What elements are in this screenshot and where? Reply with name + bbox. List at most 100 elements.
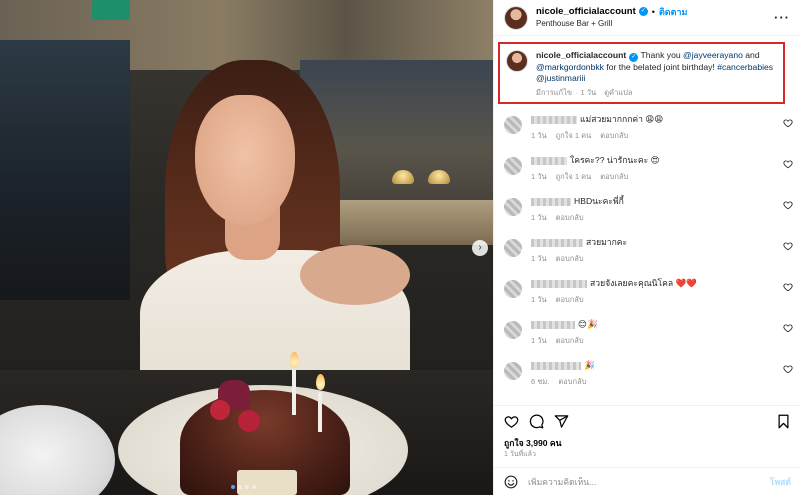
heart-icon[interactable] — [783, 241, 793, 251]
caption-username[interactable]: nicole_officialaccount — [536, 50, 626, 60]
comment-meta: 1 วัน ถูกใจ 1 คน ตอบกลับ — [531, 171, 793, 183]
comment-input[interactable] — [528, 476, 770, 487]
heart-icon[interactable] — [504, 414, 519, 429]
photo-cake-card — [237, 470, 297, 495]
comment-line: สวยมากคะ — [531, 237, 793, 248]
comment-main: ใครคะ?? น่ารักนะคะ 😍 1 วัน ถูกใจ 1 คน ตอบก… — [531, 155, 793, 192]
blurred-username[interactable] — [531, 115, 577, 124]
comment-line: แม่สวยมากกกค่า 😩😩 — [531, 114, 793, 125]
caption-text-part: and — [745, 50, 760, 60]
avatar[interactable] — [504, 116, 522, 134]
location-link[interactable]: Penthouse Bar + Grill — [536, 18, 687, 30]
avatar[interactable] — [504, 362, 522, 380]
blurred-username[interactable] — [531, 156, 567, 165]
post-side-panel: nicole_officialaccount ✓ • ติดตาม Pentho… — [493, 0, 800, 495]
photo-face — [195, 95, 295, 225]
comment-main: แม่สวยมากกกค่า 😩😩 1 วัน ถูกใจ 1 คน ตอบกลับ — [531, 114, 793, 151]
comment-age: 1 วัน — [531, 172, 547, 181]
blurred-username[interactable] — [531, 320, 575, 329]
avatar[interactable] — [504, 280, 522, 298]
emoji-icon[interactable] — [504, 475, 518, 489]
photo-window — [0, 40, 130, 300]
comment-meta: 1 วัน ถูกใจ 1 คน ตอบกลับ — [531, 130, 793, 142]
comment-likes[interactable]: ถูกใจ 1 คน — [556, 171, 592, 183]
comment-age: 6 ชม. — [531, 377, 550, 386]
mention-link[interactable]: @jayveerayano — [683, 50, 743, 60]
heart-icon[interactable] — [783, 118, 793, 128]
avatar[interactable] — [504, 157, 522, 175]
hashtag-link[interactable]: #cancerbabies — [717, 62, 773, 72]
comment-main: สวยมากคะ 1 วัน ตอบกลับ — [531, 237, 793, 274]
reply-button[interactable]: ตอบกลับ — [556, 212, 584, 224]
list-item: สวยจังเลยคะคุณนิโคล ❤️❤️ 1 วัน ตอบกลับ — [494, 274, 800, 315]
username-link[interactable]: nicole_officialaccount — [536, 6, 636, 18]
more-options-button[interactable]: ··· — [774, 10, 790, 25]
list-item: 😊🎉 1 วัน ตอบกลับ — [494, 315, 800, 356]
photo-strawberry — [210, 400, 230, 420]
like-count[interactable]: ถูกใจ 3,990 คน — [504, 436, 562, 450]
reply-button[interactable]: ตอบกลับ — [556, 253, 584, 265]
comment-meta: 1 วัน ตอบกลับ — [531, 294, 793, 306]
avatar[interactable] — [506, 50, 528, 72]
reply-button[interactable]: ตอบกลับ — [600, 171, 628, 183]
comment-line: 😊🎉 — [531, 319, 793, 330]
avatar[interactable] — [504, 239, 522, 257]
caption-text-part: for the belated joint birthday! — [606, 62, 715, 72]
chevron-right-icon[interactable]: › — [472, 240, 488, 256]
header-row: nicole_officialaccount ✓ • ติดตาม — [536, 6, 687, 18]
comment-age: 1 วัน — [531, 336, 547, 345]
header-text: nicole_officialaccount ✓ • ติดตาม Pentho… — [536, 6, 687, 30]
caption-meta: มีการแก้ไข · 1 วัน ดูคำแปล — [536, 87, 777, 98]
caption-age: 1 วัน — [580, 88, 597, 97]
blurred-username[interactable] — [531, 197, 571, 206]
reply-button[interactable]: ตอบกลับ — [600, 130, 628, 142]
carousel-dot-active — [231, 485, 235, 489]
comment-text: สวยจังเลยคะคุณนิโคล ❤️❤️ — [590, 278, 697, 288]
add-comment-bar: โพสต์ — [494, 467, 800, 495]
caption-highlight: nicole_officialaccount ✓ Thank you @jayve… — [498, 42, 785, 104]
blurred-username[interactable] — [531, 279, 587, 288]
photo-candle — [318, 392, 322, 432]
blurred-username[interactable] — [531, 238, 583, 247]
avatar[interactable] — [504, 5, 528, 30]
photo-shoulder — [300, 245, 410, 305]
avatar[interactable] — [504, 198, 522, 216]
follow-button[interactable]: ติดตาม — [659, 6, 688, 18]
heart-icon[interactable] — [783, 364, 793, 374]
heart-icon[interactable] — [783, 282, 793, 292]
post-comment-button[interactable]: โพสต์ — [770, 475, 791, 489]
list-item: ใครคะ?? น่ารักนะคะ 😍 1 วัน ถูกใจ 1 คน ตอบก… — [494, 151, 800, 192]
bookmark-icon[interactable] — [776, 414, 791, 429]
caption-text: nicole_officialaccount ✓ Thank you @jayve… — [536, 50, 777, 84]
reply-button[interactable]: ตอบกลับ — [556, 335, 584, 347]
heart-icon[interactable] — [783, 200, 793, 210]
action-bar — [494, 405, 800, 429]
comment-line: HBDนะคะพี่กี้ — [531, 196, 793, 207]
list-item: แม่สวยมากกกค่า 😩😩 1 วัน ถูกใจ 1 คน ตอบกลับ — [494, 110, 800, 151]
blurred-username[interactable] — [531, 361, 581, 370]
mention-link[interactable]: @justinmariii — [536, 73, 585, 83]
share-icon[interactable] — [554, 414, 569, 429]
separator-dot: · — [575, 88, 578, 97]
comment-age: 1 วัน — [531, 254, 547, 263]
translate-link[interactable]: ดูคำแปล — [604, 88, 632, 97]
reply-button[interactable]: ตอบกลับ — [558, 376, 586, 388]
caption-body: nicole_officialaccount ✓ Thank you @jayve… — [536, 50, 777, 102]
mention-link[interactable]: @markgordonbkk — [536, 62, 604, 72]
carousel-dot — [252, 485, 256, 489]
heart-icon[interactable] — [783, 159, 793, 169]
photo-flame — [316, 374, 325, 390]
list-item: สวยมากคะ 1 วัน ตอบกลับ — [494, 233, 800, 274]
carousel-dot — [245, 485, 249, 489]
post-photo[interactable]: › — [0, 0, 493, 495]
comment-meta: 6 ชม. ตอบกลับ — [531, 376, 793, 388]
avatar[interactable] — [504, 321, 522, 339]
reply-button[interactable]: ตอบกลับ — [556, 294, 584, 306]
verified-badge-icon: ✓ — [638, 7, 648, 16]
heart-icon[interactable] — [783, 323, 793, 333]
photo-bar-counter — [330, 200, 493, 245]
comment-icon[interactable] — [529, 414, 544, 429]
comment-likes[interactable]: ถูกใจ 1 คน — [556, 130, 592, 142]
comment-list: แม่สวยมากกกค่า 😩😩 1 วัน ถูกใจ 1 คน ตอบกลับ… — [494, 110, 800, 397]
comment-line: สวยจังเลยคะคุณนิโคล ❤️❤️ — [531, 278, 793, 289]
